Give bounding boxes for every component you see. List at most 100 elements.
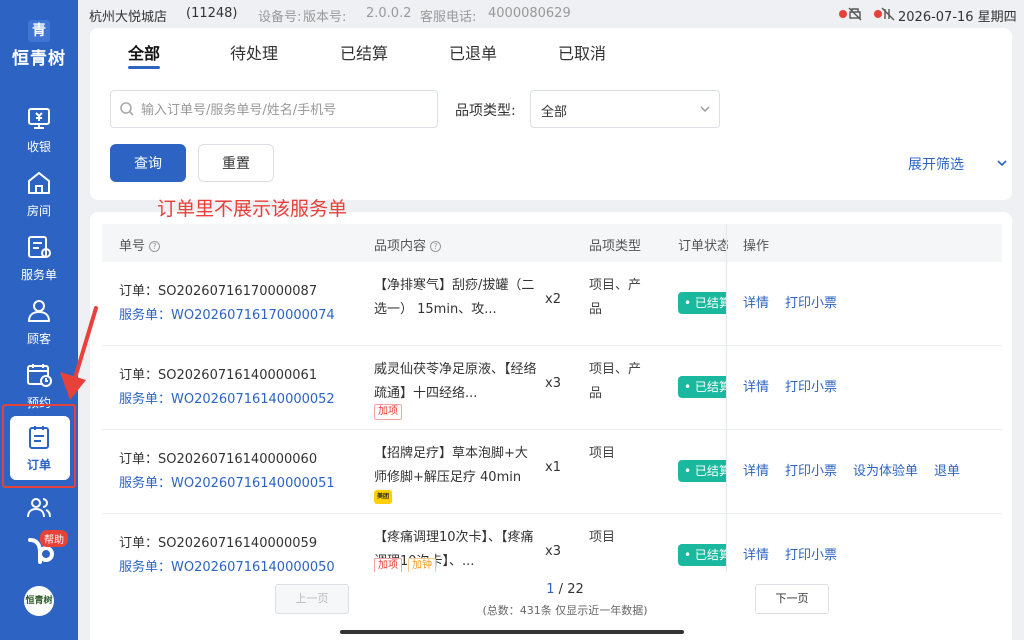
expand-filter-label: 展开筛选 bbox=[908, 157, 964, 173]
item-qty: x1 bbox=[545, 460, 561, 475]
tag-add-item: 加项 bbox=[374, 558, 402, 572]
table-row: 订单：SO20260716140000060 服务单：WO20260716140… bbox=[102, 430, 1002, 514]
home-indicator[interactable] bbox=[340, 630, 684, 634]
item-qty: x3 bbox=[545, 544, 561, 559]
print-receipt-link[interactable]: 打印小票 bbox=[785, 376, 837, 395]
item-type: 项目 bbox=[589, 446, 616, 461]
detail-link[interactable]: 详情 bbox=[743, 376, 769, 395]
total-count: (总数：431条 仅显示近一年数据) bbox=[482, 604, 648, 617]
chevron-down-icon bbox=[997, 160, 1007, 167]
row-actions: 详情 打印小票 bbox=[743, 376, 853, 395]
printer-off-icon bbox=[848, 7, 862, 21]
service-order-icon bbox=[28, 236, 51, 258]
row-actions: 详情 打印小票 bbox=[743, 292, 853, 311]
store-name: 杭州大悦城店 bbox=[89, 10, 168, 25]
tab-cancelled[interactable]: 已取消 bbox=[558, 40, 606, 64]
category-select[interactable]: 全部 bbox=[530, 90, 720, 128]
service-number[interactable]: 服务单：WO20260716140000051 bbox=[119, 472, 335, 491]
tel-label: 客服电话: bbox=[420, 10, 477, 25]
nav-item-service-order[interactable]: 服务单 bbox=[0, 224, 78, 288]
table-row: 订单：SO20260716140000061 服务单：WO20260716140… bbox=[102, 346, 1002, 430]
help-badge[interactable]: 帮助 bbox=[40, 530, 68, 547]
col-type: 品项类型 bbox=[589, 239, 642, 254]
reset-button[interactable]: 重置 bbox=[198, 144, 274, 182]
detail-link[interactable]: 详情 bbox=[743, 460, 769, 479]
datetime: 2026-07-16 星期四 bbox=[898, 10, 1017, 25]
sidebar: 青 恒青树 收银 房间 服务单 顾客 预约 订单 帮助 恒青树 bbox=[0, 0, 78, 640]
row-actions: 详情 打印小票 设为体验单 退单 bbox=[743, 460, 976, 479]
service-number[interactable]: 服务单：WO20260716170000074 bbox=[119, 304, 335, 323]
category-label: 品项类型: bbox=[455, 103, 516, 119]
table-row: 订单：SO20260716140000059 服务单：WO20260716140… bbox=[102, 514, 1002, 572]
nav-item-cashier[interactable]: 收银 bbox=[0, 96, 78, 160]
status-badge: • 已结算 bbox=[678, 292, 726, 314]
nav-label: 顾客 bbox=[26, 332, 51, 346]
nav-item-customer[interactable]: 顾客 bbox=[0, 288, 78, 352]
filter-card: 全部 待处理 已结算 已退单 已取消 品项类型: 全部 查询 重置 展开筛选 bbox=[90, 28, 1012, 200]
service-number[interactable]: 服务单：WO20260716140000052 bbox=[119, 388, 335, 407]
logo-name: 恒青树 bbox=[12, 49, 66, 69]
set-trial-link[interactable]: 设为体验单 bbox=[853, 460, 918, 479]
item-type: 项目、产品 bbox=[589, 278, 642, 317]
detail-link[interactable]: 详情 bbox=[743, 292, 769, 311]
next-page-button[interactable]: 下一页 bbox=[755, 584, 829, 614]
status-badge: • 已结算 bbox=[678, 376, 726, 398]
print-receipt-link[interactable]: 打印小票 bbox=[785, 544, 837, 563]
tab-refunded[interactable]: 已退单 bbox=[449, 40, 497, 64]
nav-item-room[interactable]: 房间 bbox=[0, 160, 78, 224]
item-content: 【净排寒气】刮痧/拔罐（二选一） 15min、攻... bbox=[374, 278, 535, 317]
help-circle-icon[interactable]: ? bbox=[430, 241, 442, 252]
tab-all[interactable]: 全部 bbox=[128, 40, 160, 64]
row-actions: 详情 打印小票 bbox=[743, 544, 853, 563]
order-number: 订单：SO20260716140000061 bbox=[119, 368, 318, 383]
expand-filter-button[interactable]: 展开筛选 bbox=[908, 154, 1007, 174]
order-number: 订单：SO20260716140000060 bbox=[119, 452, 318, 467]
service-number[interactable]: 服务单：WO20260716140000050 bbox=[119, 556, 335, 572]
calendar-icon bbox=[27, 364, 52, 387]
customer-icon bbox=[27, 300, 51, 322]
print-receipt-link[interactable]: 打印小票 bbox=[785, 292, 837, 311]
scanner-off-icon bbox=[881, 7, 895, 21]
detail-link[interactable]: 详情 bbox=[743, 544, 769, 563]
tab-pending[interactable]: 待处理 bbox=[230, 40, 278, 64]
col-item: 品项内容? bbox=[374, 235, 442, 254]
search-icon bbox=[120, 102, 134, 116]
nav-label: 服务单 bbox=[20, 268, 57, 282]
item-type: 项目 bbox=[589, 530, 616, 545]
status-bar: 杭州大悦城店 (11248) 设备号: 版本号: 2.0.0.2 客服电话: 4… bbox=[78, 0, 1024, 28]
order-number: 订单：SO20260716170000087 bbox=[119, 284, 318, 299]
status-badge: • 已结算 bbox=[678, 544, 726, 566]
item-type: 项目、产品 bbox=[589, 362, 642, 401]
version-value: 2.0.0.2 bbox=[366, 6, 412, 21]
help-circle-icon[interactable]: ? bbox=[149, 241, 161, 252]
page-indicator: 1 / 22 bbox=[546, 582, 584, 597]
nav-label: 房间 bbox=[26, 204, 51, 218]
search-input[interactable] bbox=[141, 99, 431, 121]
tel-value: 4000080629 bbox=[488, 6, 571, 21]
item-content: 【招牌足疗】草本泡脚+大师修脚+解压足疗 40min bbox=[374, 446, 528, 485]
app-logo: 青 恒青树 bbox=[0, 20, 78, 69]
chevron-down-icon bbox=[700, 106, 710, 112]
total-pages: 22 bbox=[567, 582, 584, 597]
search-box[interactable] bbox=[110, 90, 438, 128]
cashier-icon bbox=[28, 108, 50, 129]
col-status: 订单状态 bbox=[678, 239, 728, 254]
item-qty: x2 bbox=[545, 292, 561, 307]
item-qty: x3 bbox=[545, 376, 561, 391]
tab-settled[interactable]: 已结算 bbox=[340, 40, 388, 64]
query-button[interactable]: 查询 bbox=[110, 144, 186, 182]
meituan-icon: 美团 bbox=[374, 490, 392, 504]
table-row: 订单：SO20260716170000087 服务单：WO20260716170… bbox=[102, 262, 1002, 346]
item-content: 威灵仙茯苓净足原液、【经络疏通】十四经络... bbox=[374, 362, 537, 401]
table-header: 单号? 品项内容? 品项类型 订单状态 操作 bbox=[102, 224, 1002, 262]
prev-page-button[interactable]: 上一页 bbox=[275, 584, 349, 614]
category-value: 全部 bbox=[541, 105, 568, 120]
order-number: 订单：SO20260716140000059 bbox=[119, 536, 318, 551]
refund-link[interactable]: 退单 bbox=[934, 460, 960, 479]
annotation-highlight-box bbox=[2, 404, 76, 488]
nav-label: 收银 bbox=[26, 140, 51, 154]
device-label: 设备号: bbox=[258, 10, 302, 25]
current-page: 1 bbox=[546, 582, 555, 597]
print-receipt-link[interactable]: 打印小票 bbox=[785, 460, 837, 479]
order-table-card: 单号? 品项内容? 品项类型 订单状态 操作 订单：SO202607161700… bbox=[90, 212, 1012, 640]
